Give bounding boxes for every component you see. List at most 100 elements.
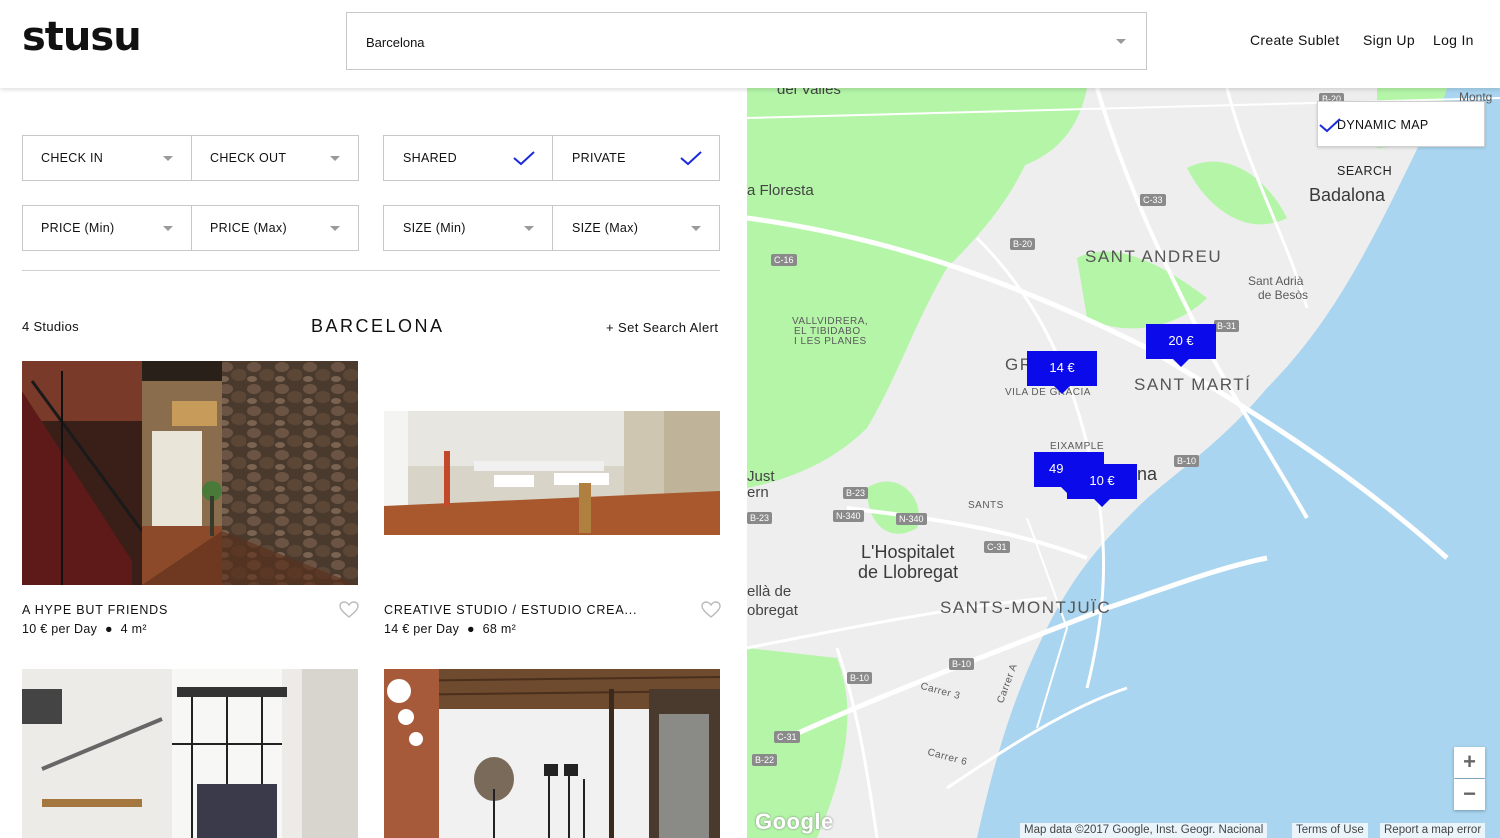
zoom-out-button[interactable]: −: [1454, 779, 1485, 810]
road-shield: B-22: [752, 754, 778, 766]
listing-photo[interactable]: [384, 669, 720, 838]
check-in-label: CHECK IN: [41, 151, 104, 165]
price-pin[interactable]: 20 €: [1146, 324, 1216, 367]
map-attribution: Map data ©2017 Google, Inst. Geogr. Naci…: [1020, 823, 1268, 838]
road-shield: B-20: [1010, 238, 1036, 250]
listing-meta: 14 € per Day ● 68 m²: [384, 622, 516, 636]
road-shield: N-340: [896, 513, 927, 525]
set-search-alert-link[interactable]: + Set Search Alert: [606, 320, 718, 335]
size-filter-group: SIZE (Min) SIZE (Max): [383, 205, 720, 251]
map-label: de Besòs: [1258, 288, 1309, 302]
map-label: a Floresta: [747, 182, 814, 199]
stusu-logo[interactable]: stusu: [22, 14, 142, 60]
room-type-filter-group: SHARED PRIVATE: [383, 135, 720, 181]
report-map-error-link[interactable]: Report a map error: [1380, 823, 1486, 838]
price-min-select[interactable]: PRICE (Min): [23, 206, 191, 250]
search-label[interactable]: SEARCH: [1337, 164, 1392, 178]
road-shield: C-31: [984, 541, 1010, 553]
bullet-separator: ●: [104, 622, 113, 636]
log-in-link[interactable]: Log In: [1433, 32, 1474, 48]
listing-photo[interactable]: [384, 411, 720, 535]
private-label: PRIVATE: [572, 151, 626, 165]
bullet-separator: ●: [466, 622, 475, 636]
dynamic-map-label: DYNAMIC MAP: [1337, 118, 1429, 132]
map-label: SANT MARTÍ: [1134, 375, 1252, 394]
create-sublet-link[interactable]: Create Sublet: [1250, 32, 1340, 48]
road-shield: N-340: [833, 510, 864, 522]
road-shield: C-31: [774, 731, 800, 743]
chevron-down-icon: [691, 226, 701, 231]
check-in-select[interactable]: CHECK IN: [23, 136, 191, 180]
dynamic-map-toggle[interactable]: DYNAMIC MAP: [1317, 101, 1485, 147]
map-canvas[interactable]: [747, 88, 1500, 838]
map-label: Badalona: [1309, 185, 1386, 205]
road-shield: B-10: [949, 658, 975, 670]
check-out-select[interactable]: CHECK OUT: [191, 136, 358, 180]
listing-title[interactable]: A HYPE BUT FRIENDS: [22, 603, 168, 617]
listing-photo[interactable]: [22, 361, 358, 585]
chevron-down-icon: [330, 226, 340, 231]
chevron-down-icon: [163, 226, 173, 231]
map-panel[interactable]: del Vallès a Floresta Badalona SANT ANDR…: [747, 88, 1500, 838]
road-shield: B-23: [747, 512, 773, 524]
size-max-label: SIZE (Max): [572, 221, 639, 235]
size-max-select[interactable]: SIZE (Max): [552, 206, 719, 250]
chevron-down-icon: [163, 156, 173, 161]
map-label: ellà de: [747, 583, 792, 600]
sign-up-link[interactable]: Sign Up: [1363, 32, 1415, 48]
listing-price: 10 € per Day: [22, 622, 98, 636]
chevron-down-icon: [330, 156, 340, 161]
filters-divider: [22, 270, 720, 271]
listing-photo[interactable]: [22, 669, 358, 838]
price-max-select[interactable]: PRICE (Max): [191, 206, 358, 250]
chevron-down-icon: [524, 226, 534, 231]
listing-size: 68 m²: [482, 622, 517, 636]
map-label: ern: [747, 484, 769, 501]
price-filter-group: PRICE (Min) PRICE (Max): [22, 205, 359, 251]
road-shield: B-10: [847, 672, 873, 684]
map-label: del Vallès: [777, 88, 841, 98]
checkmark-icon: [680, 151, 702, 166]
road-shield: B-23: [843, 487, 869, 499]
heart-icon[interactable]: [701, 601, 721, 619]
size-min-label: SIZE (Min): [403, 221, 466, 235]
road-shield: B-31: [1214, 320, 1240, 332]
price-min-label: PRICE (Min): [41, 221, 115, 235]
results-title: BARCELONA: [311, 316, 445, 336]
terms-of-use-link[interactable]: Terms of Use: [1292, 823, 1368, 838]
map-label: SANTS: [968, 500, 1004, 511]
chevron-down-icon: [1116, 39, 1126, 44]
road-shield: C-33: [1140, 194, 1166, 206]
road-shield: B-10: [1174, 455, 1200, 467]
listing-meta: 10 € per Day ● 4 m²: [22, 622, 147, 636]
map-label: EIXAMPLE: [1050, 441, 1105, 452]
heart-icon[interactable]: [339, 601, 359, 619]
price-max-label: PRICE (Max): [210, 221, 287, 235]
checkmark-icon: [513, 151, 535, 166]
map-label: de Llobregat: [858, 562, 959, 582]
map-label: SANTS-MONTJUÏC: [940, 598, 1112, 617]
listing-title[interactable]: CREATIVE STUDIO / ESTUDIO CREA...: [384, 603, 637, 617]
listing-size: 4 m²: [120, 622, 147, 636]
top-header: stusu Barcelona Create Sublet Sign Up Lo…: [0, 0, 1500, 88]
checkmark-icon: [1319, 118, 1341, 133]
listing-price: 14 € per Day: [384, 622, 460, 636]
map-label: VILA DE GRÀCIA: [1005, 387, 1091, 398]
shared-toggle[interactable]: SHARED: [384, 136, 552, 180]
map-label: na: [1137, 464, 1158, 484]
size-min-select[interactable]: SIZE (Min): [384, 206, 552, 250]
map-label: SANT ANDREU: [1085, 247, 1223, 266]
map-label: Just: [747, 468, 775, 485]
date-filter-group: CHECK IN CHECK OUT: [22, 135, 359, 181]
check-out-label: CHECK OUT: [210, 151, 287, 165]
map-label: obregat: [747, 602, 798, 619]
city-select[interactable]: Barcelona: [346, 12, 1147, 70]
price-pin[interactable]: 14 €: [1027, 351, 1097, 394]
shared-label: SHARED: [403, 151, 457, 165]
private-toggle[interactable]: PRIVATE: [552, 136, 719, 180]
map-label: I LES PLANES: [794, 336, 867, 347]
price-pin[interactable]: 10 €: [1067, 464, 1137, 507]
zoom-in-button[interactable]: +: [1454, 747, 1485, 778]
map-label: L'Hospitalet: [861, 542, 955, 562]
google-logo: Google: [755, 809, 834, 834]
